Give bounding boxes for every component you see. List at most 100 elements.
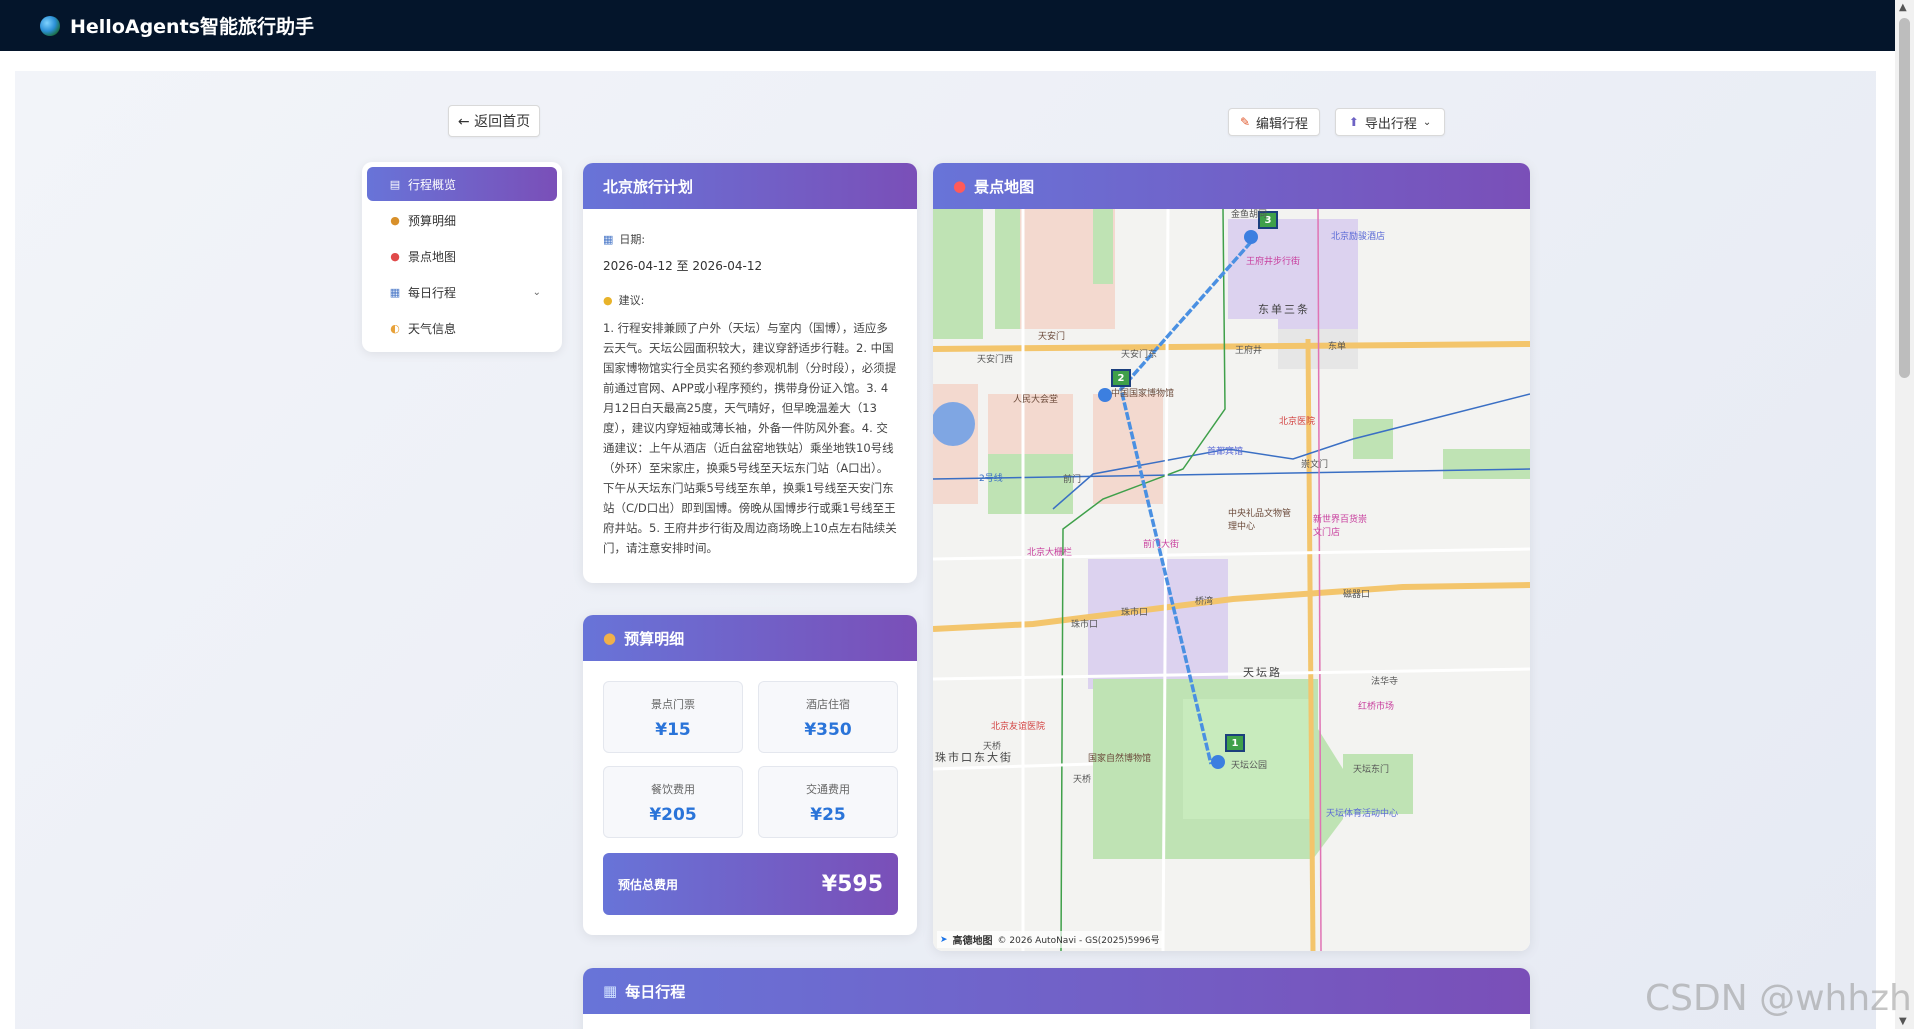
travel-plan-title: 北京旅行计划 [603, 177, 694, 196]
scroll-up-icon[interactable]: ▲ [1899, 2, 1907, 13]
map-label: 金鱼胡同 [1231, 210, 1268, 220]
map-label: 北京励骏酒店 [1331, 232, 1386, 242]
map-label: 东单三条 [1258, 303, 1310, 316]
budget-title: 预算明细 [624, 629, 685, 648]
map-label: 珠市口 [1071, 620, 1099, 630]
sidebar-item-overview[interactable]: ▤ 行程概览 [367, 167, 557, 201]
advice-label-row: ● 建议: [603, 292, 897, 308]
budget-total-value: ¥595 [821, 871, 883, 897]
map-label: 东单 [1328, 342, 1347, 352]
budget-card: ● 预算明细 景点门票 ¥15 酒店住宿 ¥350 餐饮费用 ¥205 交通费用… [583, 615, 917, 935]
page-scrollbar[interactable]: ▲ ▼ [1895, 0, 1914, 1029]
map-label: 磁器口 [1343, 590, 1371, 600]
budget-item-hotel: 酒店住宿 ¥350 [758, 681, 898, 753]
date-label-row: ▦ 日期: [603, 231, 897, 247]
map-label: 中国国家博物馆 [1111, 389, 1175, 399]
pin-icon: ● [390, 249, 400, 263]
map-label: 前门 [1063, 475, 1082, 485]
budget-header: ● 预算明细 [583, 615, 917, 661]
map-label: 天安门东 [1121, 350, 1158, 360]
calendar-icon: ▦ [603, 982, 618, 1000]
chevron-down-icon: ⌄ [532, 286, 541, 298]
export-icon: ⬆ [1348, 115, 1359, 129]
calendar-icon: ▦ [603, 232, 614, 246]
park-area [1443, 449, 1530, 479]
map-label: 法华寺 [1371, 677, 1399, 687]
sidebar-item-map[interactable]: ● 景点地图 [367, 239, 557, 273]
map-label: 王府井步行街 [1246, 257, 1301, 267]
scrollbar-thumb[interactable] [1899, 18, 1910, 378]
map-label: 北京友谊医院 [991, 722, 1046, 732]
export-itinerary-button[interactable]: ⬆ 导出行程 ⌄ [1335, 108, 1445, 136]
sidebar-item-label: 景点地图 [408, 249, 457, 264]
advice-label: 建议: [618, 294, 645, 307]
budget-item-value: ¥15 [655, 720, 691, 740]
sidebar-item-budget[interactable]: ● 预算明细 [367, 203, 557, 237]
daily-itinerary-header[interactable]: ▦ 每日行程 [583, 968, 1530, 1014]
attraction-map-card: ● 景点地图 3 2 1 金鱼胡同 北京励骏酒店 王府井步行街 东单三条 天安门… [933, 163, 1530, 951]
map-attribution: ➤ 高德地图 © 2026 AutoNavi - GS(2025)5996号 [937, 931, 1163, 948]
marker-1[interactable]: 1 [1225, 734, 1245, 752]
map-base-svg [933, 209, 1530, 951]
park-area [1353, 419, 1393, 459]
water-area [933, 402, 975, 446]
budget-item-label: 景点门票 [651, 698, 695, 711]
travel-plan-card: 北京旅行计划 ▦ 日期: 2026-04-12 至 2026-04-12 ● 建… [583, 163, 917, 583]
budget-item-transport: 交通费用 ¥25 [758, 766, 898, 838]
date-value: 2026-04-12 至 2026-04-12 [603, 259, 763, 273]
edit-itinerary-button[interactable]: ✎ 编辑行程 [1228, 108, 1320, 136]
date-label: 日期: [619, 233, 646, 246]
watermark: CSDN @whhzhai [1645, 978, 1914, 1019]
map-label: 国家自然博物馆 [1088, 754, 1152, 764]
map-label: 王府井 [1235, 346, 1263, 356]
museum-area [1093, 394, 1163, 504]
map-label: 红桥市场 [1358, 702, 1395, 712]
chevron-down-icon: ⌄ [1422, 116, 1432, 128]
marker-2[interactable]: 2 [1111, 369, 1131, 387]
map-view[interactable]: 3 2 1 金鱼胡同 北京励骏酒店 王府井步行街 东单三条 天安门 天安门东 天… [933, 209, 1530, 951]
money-bag-icon: ● [390, 213, 400, 227]
calendar-icon: ▦ [389, 285, 401, 299]
map-label: 珠市口东大街 [935, 751, 1013, 764]
clipboard-icon: ▤ [389, 177, 401, 191]
map-label: 天安门西 [977, 355, 1014, 365]
map-label: 桥湾 [1195, 597, 1214, 607]
sidebar-item-weather[interactable]: ◐ 天气信息 [367, 311, 557, 345]
park-area [933, 209, 983, 339]
daily-itinerary-card: ▦ 每日行程 [583, 968, 1530, 1029]
sidebar-item-daily[interactable]: ▦ 每日行程 ⌄ [367, 275, 557, 309]
map-label: 天坛东门 [1353, 765, 1390, 775]
budget-total: 预估总费用 ¥595 [603, 853, 898, 915]
attraction-map-header: ● 景点地图 [933, 163, 1530, 209]
globe-icon [40, 15, 60, 36]
map-label: 人民大会堂 [1013, 395, 1059, 405]
budget-item-value: ¥205 [649, 805, 697, 825]
map-pin-icon[interactable] [1098, 388, 1112, 402]
back-home-button[interactable]: ← 返回首页 [448, 105, 540, 137]
map-pin-icon[interactable] [1244, 230, 1258, 244]
map-label: 中央礼品文物管理中心 [1228, 509, 1292, 532]
map-label: 北京医院 [1279, 417, 1316, 427]
map-label: 天安门 [1038, 332, 1066, 342]
edit-itinerary-label: 编辑行程 [1256, 116, 1309, 132]
qianmen-district [1088, 559, 1228, 689]
app-title: HelloAgents智能旅行助手 [70, 16, 314, 38]
back-home-label: ← 返回首页 [457, 114, 531, 130]
travel-plan-header: 北京旅行计划 [583, 163, 917, 209]
budget-item-value: ¥25 [810, 805, 846, 825]
map-copyright: © 2026 AutoNavi - GS(2025)5996号 [997, 936, 1160, 946]
map-label: 天坛公园 [1231, 761, 1268, 771]
side-navigation: ▤ 行程概览 ● 预算明细 ● 景点地图 ▦ 每日行程 ⌄ ◐ 天气信息 [362, 162, 562, 352]
map-label: 天坛体育活动中心 [1326, 809, 1399, 819]
budget-item-food: 餐饮费用 ¥205 [603, 766, 743, 838]
map-pin-icon[interactable] [1211, 755, 1225, 769]
budget-item-value: ¥350 [804, 720, 852, 740]
map-label: 天坛路 [1243, 666, 1282, 679]
money-bag-icon: ● [603, 629, 617, 647]
sidebar-item-label: 行程概览 [408, 177, 457, 192]
export-itinerary-label: 导出行程 [1364, 116, 1417, 132]
sidebar-item-label: 预算明细 [408, 213, 457, 228]
map-label: 首都宾馆 [1207, 447, 1244, 457]
budget-total-label: 预估总费用 [618, 877, 679, 892]
navigation-arrow-icon: ➤ [940, 934, 948, 945]
